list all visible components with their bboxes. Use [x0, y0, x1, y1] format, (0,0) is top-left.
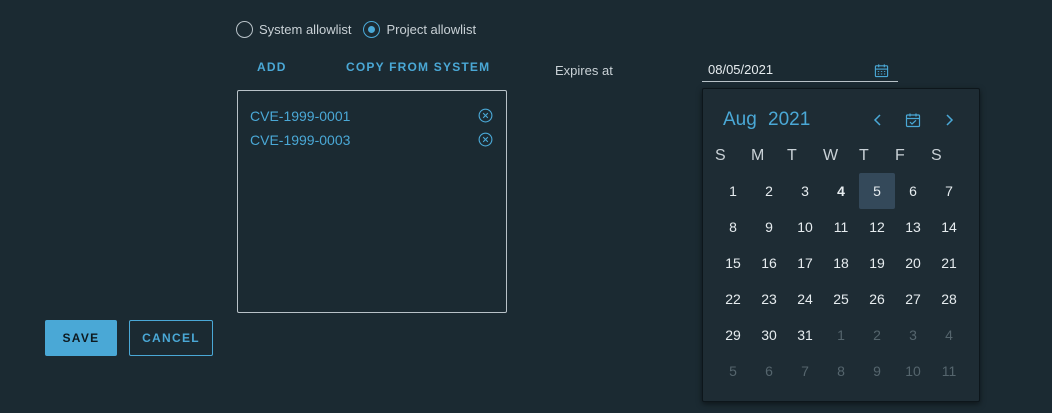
- weekday-label: T: [787, 147, 797, 164]
- calendar-day[interactable]: 7: [787, 353, 823, 389]
- weekday-label: M: [751, 147, 765, 164]
- date-picker-popup: Aug 2021 S M T W T F S 1 2 3 4 5 6 7 8 9 10 11 12 13…: [702, 88, 980, 402]
- radio-project-allowlist[interactable]: Project allowlist: [363, 21, 476, 38]
- calendar-day[interactable]: 27: [895, 281, 931, 317]
- calendar-day[interactable]: 12: [859, 209, 895, 245]
- calendar-weekday-header: S M T W T F S: [715, 147, 967, 165]
- add-button[interactable]: ADD: [257, 60, 287, 74]
- calendar-day[interactable]: 31: [787, 317, 823, 353]
- radio-label-project: Project allowlist: [386, 22, 477, 37]
- calendar-day[interactable]: 13: [895, 209, 931, 245]
- calendar-day[interactable]: 23: [751, 281, 787, 317]
- calendar-day[interactable]: 4: [931, 317, 967, 353]
- calendar-day[interactable]: 11: [823, 209, 859, 245]
- calendar-day[interactable]: 21: [931, 245, 967, 281]
- weekday-label: S: [931, 147, 942, 164]
- calendar-day[interactable]: 10: [895, 353, 931, 389]
- chevron-left-icon[interactable]: [870, 112, 886, 128]
- list-item: CVE-1999-0003: [238, 129, 506, 153]
- cve-id-text: CVE-1999-0001: [250, 108, 351, 124]
- calendar-day[interactable]: 20: [895, 245, 931, 281]
- close-circle-icon[interactable]: [478, 108, 493, 123]
- calendar-month-button[interactable]: Aug: [723, 109, 757, 131]
- cancel-button[interactable]: CANCEL: [129, 320, 213, 356]
- calendar-year-button[interactable]: 2021: [768, 109, 810, 131]
- calendar-day[interactable]: 15: [715, 245, 751, 281]
- calendar-day[interactable]: 6: [751, 353, 787, 389]
- list-item: CVE-1999-0001: [238, 105, 506, 129]
- chevron-right-icon[interactable]: [941, 112, 957, 128]
- calendar-day[interactable]: 2: [859, 317, 895, 353]
- expires-date-input[interactable]: [708, 62, 868, 77]
- calendar-day-grid: 1 2 3 4 5 6 7 8 9 10 11 12 13 14 15 16 17 18 19 20 21 22 23 24 2…: [715, 173, 967, 389]
- radio-system-allowlist[interactable]: System allowlist: [236, 21, 351, 38]
- calendar-day[interactable]: 24: [787, 281, 823, 317]
- calendar-day[interactable]: 6: [895, 173, 931, 209]
- calendar-day[interactable]: 9: [751, 209, 787, 245]
- expires-date-field: [702, 58, 898, 82]
- calendar-day[interactable]: 8: [823, 353, 859, 389]
- weekday-label: S: [715, 147, 726, 164]
- calendar-day[interactable]: 29: [715, 317, 751, 353]
- calendar-day[interactable]: 5: [715, 353, 751, 389]
- calendar-day[interactable]: 19: [859, 245, 895, 281]
- calendar-day[interactable]: 16: [751, 245, 787, 281]
- radio-circle-project[interactable]: [363, 21, 381, 38]
- calendar-day[interactable]: 26: [859, 281, 895, 317]
- cve-allowlist-box: CVE-1999-0001 CVE-1999-0003: [237, 90, 507, 313]
- calendar-day[interactable]: 17: [787, 245, 823, 281]
- copy-from-system-button[interactable]: COPY FROM SYSTEM: [346, 60, 490, 74]
- calendar-icon[interactable]: [874, 63, 889, 78]
- calendar-day[interactable]: 3: [787, 173, 823, 209]
- calendar-check-icon[interactable]: [905, 112, 921, 128]
- calendar-day[interactable]: 14: [931, 209, 967, 245]
- close-circle-icon[interactable]: [478, 132, 493, 147]
- radio-circle-system[interactable]: [236, 21, 253, 38]
- calendar-day[interactable]: 18: [823, 245, 859, 281]
- calendar-day[interactable]: 10: [787, 209, 823, 245]
- allowlist-mode-radio-group: System allowlist Project allowlist: [236, 21, 488, 38]
- weekday-label: T: [859, 147, 869, 164]
- calendar-day[interactable]: 3: [895, 317, 931, 353]
- calendar-day[interactable]: 25: [823, 281, 859, 317]
- calendar-day-selected[interactable]: 5: [859, 173, 895, 209]
- calendar-day-today[interactable]: 4: [823, 173, 859, 209]
- calendar-day[interactable]: 1: [715, 173, 751, 209]
- calendar-day[interactable]: 9: [859, 353, 895, 389]
- calendar-day[interactable]: 30: [751, 317, 787, 353]
- save-button[interactable]: SAVE: [45, 320, 117, 356]
- calendar-day[interactable]: 1: [823, 317, 859, 353]
- calendar-day[interactable]: 11: [931, 353, 967, 389]
- calendar-day[interactable]: 8: [715, 209, 751, 245]
- expires-at-label: Expires at: [555, 63, 613, 78]
- cve-id-text: CVE-1999-0003: [250, 132, 351, 148]
- weekday-label: F: [895, 147, 905, 164]
- radio-label-system: System allowlist: [259, 22, 352, 37]
- weekday-label: W: [823, 147, 839, 164]
- calendar-day[interactable]: 22: [715, 281, 751, 317]
- calendar-day[interactable]: 7: [931, 173, 967, 209]
- calendar-day[interactable]: 2: [751, 173, 787, 209]
- calendar-day[interactable]: 28: [931, 281, 967, 317]
